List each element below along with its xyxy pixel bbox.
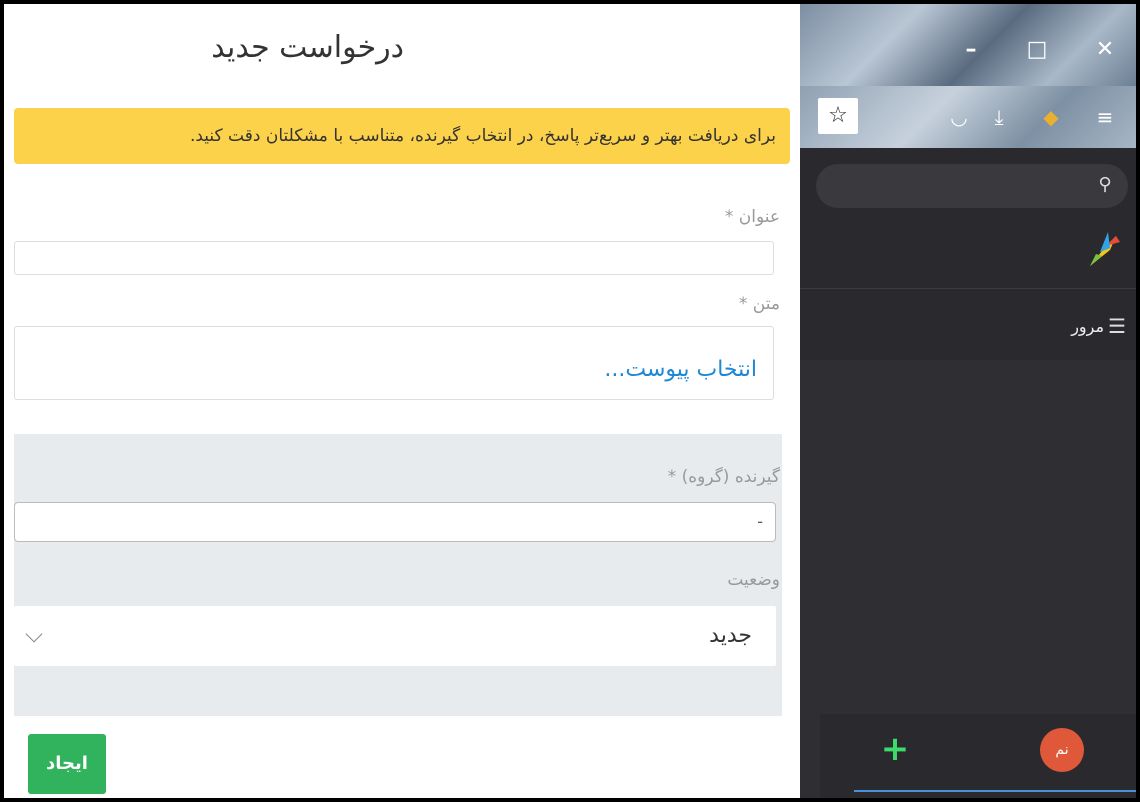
sidebar-search-input[interactable]: ⚲	[816, 164, 1128, 208]
attach-file-link[interactable]: انتخاب پیوست...	[604, 357, 757, 382]
title-input[interactable]	[14, 241, 774, 275]
chevron-down-icon	[25, 625, 43, 643]
sidebar-item-browse[interactable]: ☰ مرور	[1071, 314, 1126, 338]
pocket-icon[interactable]: ◡	[944, 102, 974, 132]
browser-toolbar: ☆ ◡ ⤓ ◆ ≡	[800, 86, 1136, 148]
bottom-accent-line	[854, 790, 1136, 792]
recipient-select[interactable]: -	[14, 502, 776, 542]
recipient-label: گیرنده (گروه) *	[667, 467, 780, 487]
sidebar-item-label: مرور	[1071, 316, 1105, 336]
sidebar-bottom-bar	[820, 714, 1136, 798]
bookmark-star-icon[interactable]: ☆	[818, 98, 858, 134]
title-label: عنوان *	[724, 207, 780, 227]
sidebar-divider	[800, 288, 1136, 289]
page-title: درخواست جدید	[211, 30, 404, 65]
alert-banner: برای دریافت بهتر و سریع‌تر پاسخ، در انتخ…	[14, 108, 790, 164]
status-select[interactable]: جدید	[14, 606, 776, 666]
body-label: متن *	[738, 294, 780, 314]
screen-frame: درخواست جدید برای دریافت بهتر و سریع‌تر …	[4, 4, 1136, 798]
browser-sidebar: – □ ✕ ☆ ◡ ⤓ ◆ ≡ ⚲ ☰ مرور + نم	[800, 4, 1136, 798]
create-button[interactable]: ایجاد	[28, 734, 106, 794]
minimize-button[interactable]: –	[950, 30, 992, 70]
avatar[interactable]: نم	[1040, 728, 1084, 772]
maximize-button[interactable]: □	[1016, 30, 1058, 70]
bird-logo-icon	[1090, 232, 1120, 266]
recipient-value: -	[757, 512, 763, 531]
menu-icon[interactable]: ≡	[1090, 102, 1120, 132]
close-button[interactable]: ✕	[1084, 30, 1126, 70]
download-icon[interactable]: ⤓	[984, 102, 1014, 132]
status-label: وضعیت	[727, 570, 780, 590]
extension-icon[interactable]: ◆	[1036, 102, 1066, 132]
add-plus-icon[interactable]: +	[878, 732, 912, 766]
new-request-form: درخواست جدید برای دریافت بهتر و سریع‌تر …	[4, 4, 800, 798]
list-icon: ☰	[1108, 314, 1126, 338]
window-titlebar: – □ ✕	[800, 4, 1136, 86]
status-value: جدید	[709, 623, 752, 648]
body-textarea[interactable]: انتخاب پیوست...	[14, 326, 774, 400]
search-icon: ⚲	[1098, 174, 1112, 195]
